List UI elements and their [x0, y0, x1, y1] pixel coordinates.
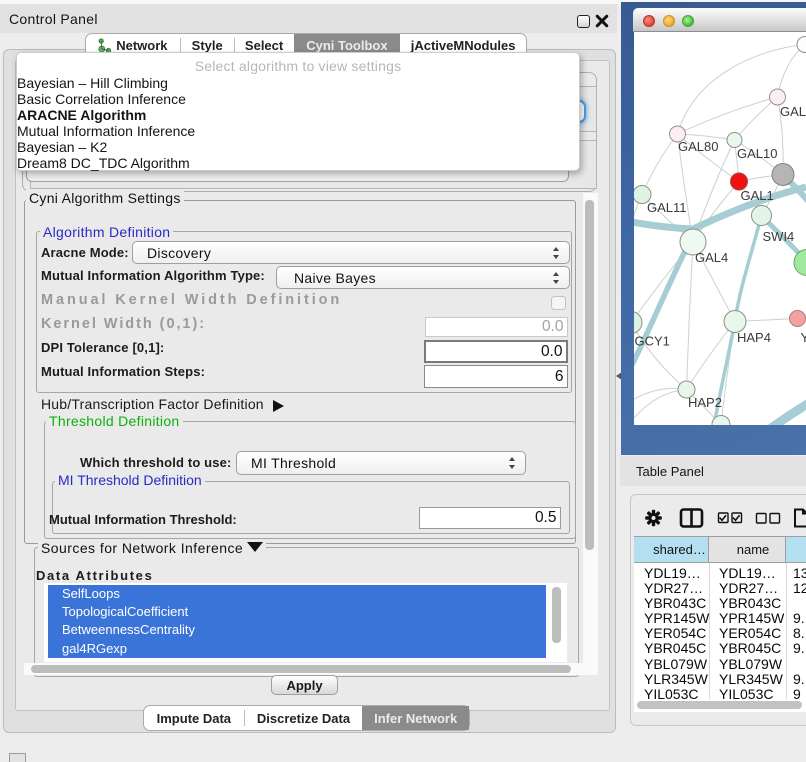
svg-text:GCY1: GCY1	[635, 334, 670, 349]
svg-text:GAL11: GAL11	[647, 200, 687, 215]
svg-text:GAL1: GAL1	[741, 188, 774, 203]
svg-text:GAL10: GAL10	[737, 146, 777, 161]
svg-text:Y: Y	[801, 330, 806, 345]
svg-text:HAP4: HAP4	[737, 330, 771, 345]
svg-text:GAL4: GAL4	[695, 250, 728, 265]
svg-text:SWI4: SWI4	[763, 229, 795, 244]
svg-text:HAP2: HAP2	[688, 395, 722, 410]
svg-text:GAL7: GAL7	[780, 104, 806, 119]
svg-text:GAL80: GAL80	[678, 139, 718, 154]
